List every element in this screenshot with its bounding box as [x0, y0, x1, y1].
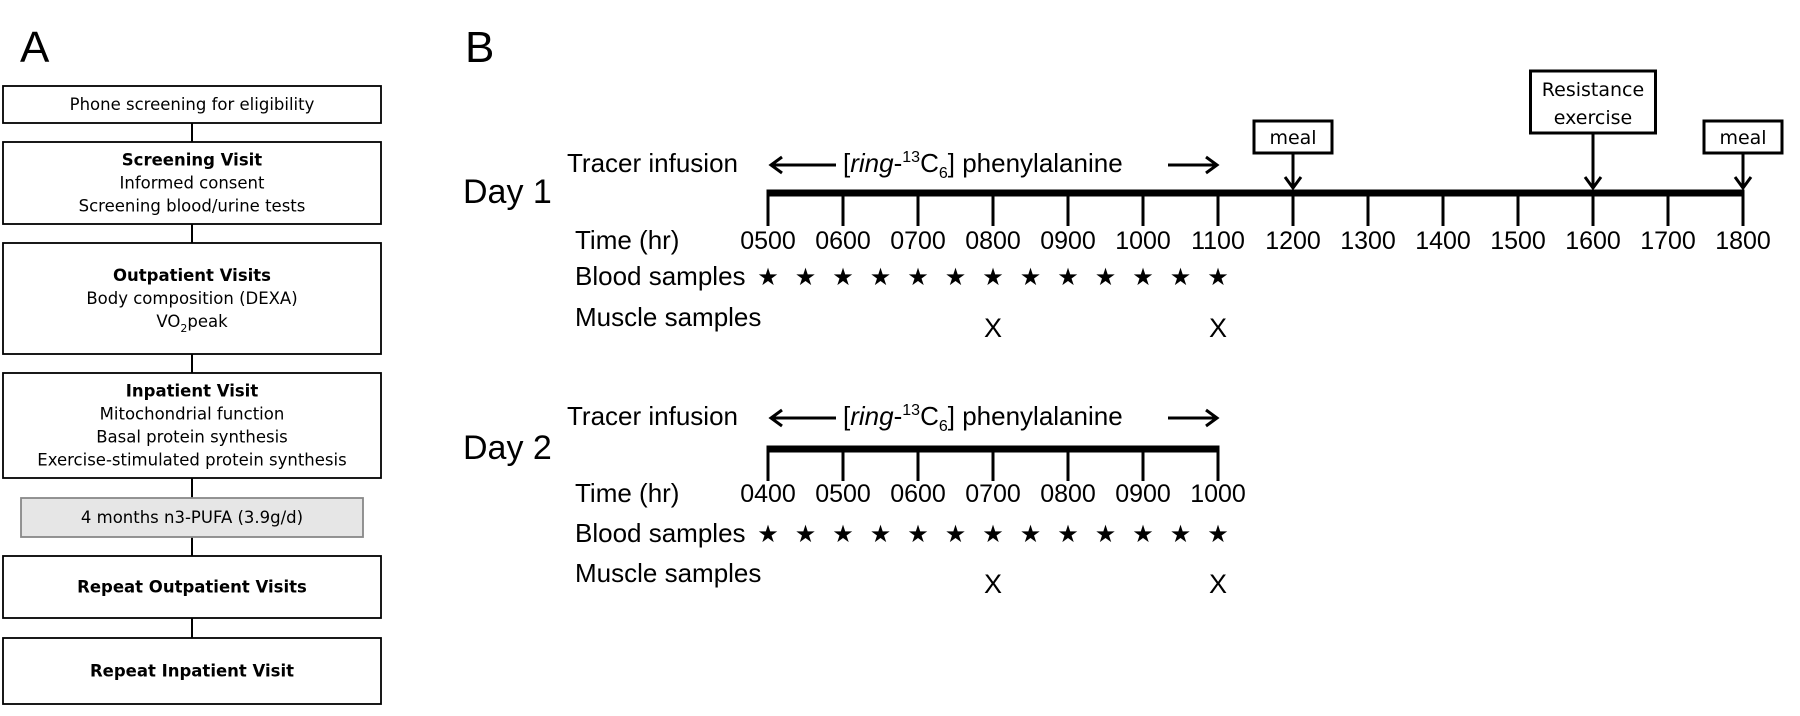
blood-samples-label: Blood samples	[575, 518, 746, 548]
blood-sample-star-icon: ★	[1057, 520, 1079, 548]
blood-sample-star-icon: ★	[870, 520, 892, 548]
muscle-sample-x-mark: X	[1209, 313, 1227, 343]
tick-label: 1600	[1565, 227, 1621, 255]
event-label: Resistance	[1542, 79, 1644, 101]
event-label: meal	[1269, 127, 1316, 149]
figure-svg: A Phone screening for eligibility Screenin…	[2, 23, 1784, 705]
tick-label: 0700	[890, 227, 946, 255]
flow-step-line: Body composition (DEXA)	[86, 289, 297, 308]
flow-step-line: 4 months n3-PUFA (3.9g/d)	[81, 508, 303, 527]
flow-step-title: Screening Visit	[122, 151, 262, 170]
tracer-infusion-label: Tracer infusion	[567, 148, 738, 178]
tick-label: 0800	[965, 227, 1021, 255]
muscle-sample-x-mark: X	[984, 313, 1002, 343]
tick-label: 0700	[965, 480, 1021, 508]
tick-label: 1800	[1715, 227, 1771, 255]
time-axis-label: Time (hr)	[575, 478, 679, 508]
blood-samples-label: Blood samples	[575, 261, 746, 291]
tick-label: 1300	[1340, 227, 1396, 255]
panel-a-flowchart: A Phone screening for eligibility Screenin…	[2, 23, 382, 705]
blood-sample-star-icon: ★	[757, 520, 779, 548]
panel-b-timeline: B Day 1 Tracer infusion [ring-13C6] phenyla…	[463, 23, 1784, 599]
blood-sample-star-icon: ★	[982, 520, 1004, 548]
blood-sample-star-icon: ★	[1132, 520, 1154, 548]
blood-sample-star-icon: ★	[907, 263, 929, 291]
blood-sample-star-icon: ★	[832, 520, 854, 548]
tick-label: 0800	[1040, 480, 1096, 508]
blood-sample-star-icon: ★	[1170, 263, 1192, 291]
blood-sample-star-icon: ★	[1132, 263, 1154, 291]
flow-step-line: Phone screening for eligibility	[70, 95, 315, 114]
flow-step-line: Basal protein synthesis	[96, 428, 288, 447]
tick-label: 1100	[1191, 227, 1245, 255]
tick-label: 1400	[1415, 227, 1471, 255]
day-timeline: Day 2 Tracer infusion [ring-13C6] phenylal…	[463, 401, 1246, 599]
flow-step-line: Informed consent	[120, 174, 265, 193]
flow-step-title: Outpatient Visits	[113, 266, 271, 285]
blood-sample-star-icon: ★	[907, 520, 929, 548]
blood-sample-star-icon: ★	[945, 520, 967, 548]
flow-step: Inpatient Visit Mitochondrial function Bas…	[2, 372, 382, 479]
muscle-samples-label: Muscle samples	[575, 302, 761, 332]
tick-label: 0500	[740, 227, 796, 255]
time-axis-label: Time (hr)	[575, 225, 679, 255]
day-timeline: Day 1 Tracer infusion [ring-13C6] phenylal…	[463, 69, 1784, 343]
flow-step-line: Exercise-stimulated protein synthesis	[37, 451, 346, 470]
tracer-compound-label: [ring-13C6] phenylalanine	[843, 148, 1123, 182]
event-label: exercise	[1554, 107, 1632, 129]
flow-step: Screening Visit Informed consent Screening…	[2, 141, 382, 225]
flow-step: Repeat Inpatient Visit	[2, 637, 382, 705]
blood-sample-star-icon: ★	[795, 520, 817, 548]
tick-label: 1500	[1490, 227, 1546, 255]
figure-canvas: A Phone screening for eligibility Screenin…	[0, 0, 1800, 716]
blood-sample-star-icon: ★	[1095, 263, 1117, 291]
timeline-event: meal	[1252, 119, 1334, 191]
flow-step-title: Repeat Inpatient Visit	[90, 662, 294, 681]
muscle-sample-x-mark: X	[1209, 569, 1227, 599]
flow-step: Outpatient Visits Body composition (DEXA)…	[2, 242, 382, 355]
flow-step: Repeat Outpatient Visits	[2, 555, 382, 619]
blood-sample-star-icon: ★	[1207, 520, 1229, 548]
panel-b-letter: B	[465, 23, 494, 72]
timeline-event: meal	[1702, 119, 1784, 191]
tracer-compound-label: [ring-13C6] phenylalanine	[843, 401, 1123, 435]
tick-label: 1200	[1265, 227, 1321, 255]
event-label: meal	[1719, 127, 1766, 149]
blood-sample-star-icon: ★	[832, 263, 854, 291]
tick-label: 0600	[815, 227, 871, 255]
flow-step: 4 months n3-PUFA (3.9g/d)	[20, 497, 364, 538]
tracer-infusion-label: Tracer infusion	[567, 401, 738, 431]
blood-sample-star-icon: ★	[1020, 520, 1042, 548]
flow-step-title: Inpatient Visit	[126, 382, 259, 401]
day-label: Day 2	[463, 429, 552, 467]
tick-label: 0900	[1040, 227, 1096, 255]
day-label: Day 1	[463, 173, 552, 211]
tick-label: 0900	[1115, 480, 1171, 508]
panel-a-letter: A	[20, 23, 50, 72]
blood-sample-star-icon: ★	[1170, 520, 1192, 548]
muscle-samples-label: Muscle samples	[575, 558, 761, 588]
blood-sample-star-icon: ★	[1207, 263, 1229, 291]
blood-sample-star-icon: ★	[982, 263, 1004, 291]
timeline-event: Resistance exercise	[1529, 69, 1657, 191]
blood-sample-star-icon: ★	[1020, 263, 1042, 291]
tick-label: 0400	[740, 480, 796, 508]
flow-step-title: Repeat Outpatient Visits	[77, 578, 307, 597]
blood-sample-star-icon: ★	[945, 263, 967, 291]
flow-step-line: Screening blood/urine tests	[79, 197, 306, 216]
blood-sample-star-icon: ★	[870, 263, 892, 291]
blood-sample-star-icon: ★	[757, 263, 779, 291]
blood-sample-star-icon: ★	[1057, 263, 1079, 291]
flow-step: Phone screening for eligibility	[2, 85, 382, 124]
blood-sample-star-icon: ★	[795, 263, 817, 291]
muscle-sample-x-mark: X	[984, 569, 1002, 599]
tick-label: 0600	[890, 480, 946, 508]
flow-step-line: Mitochondrial function	[100, 405, 285, 424]
tick-label: 1700	[1640, 227, 1696, 255]
tick-label: 0500	[815, 480, 871, 508]
blood-sample-star-icon: ★	[1095, 520, 1117, 548]
tick-label: 1000	[1115, 227, 1171, 255]
tick-label: 1000	[1190, 480, 1246, 508]
